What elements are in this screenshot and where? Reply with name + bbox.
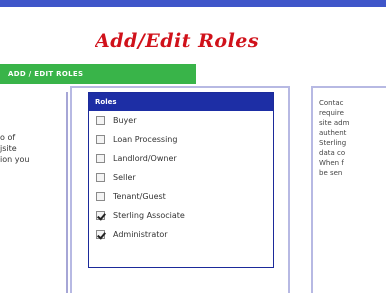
role-item-sterling-associate[interactable]: Sterling Associate <box>89 206 273 225</box>
left-text-line: jsite <box>0 144 17 153</box>
right-text-line: be sen <box>319 169 343 177</box>
checkbox[interactable] <box>96 173 105 182</box>
role-item-buyer[interactable]: Buyer <box>89 111 273 130</box>
left-text-line: o of <box>0 133 16 142</box>
role-label: Administrator <box>113 230 168 239</box>
left-text-line: ion you <box>0 155 30 164</box>
role-label: Seller <box>113 173 136 182</box>
action-bar[interactable]: ADD / EDIT ROLES <box>0 64 196 84</box>
roles-header: Roles <box>89 93 273 111</box>
role-item-landlord-owner[interactable]: Landlord/Owner <box>89 149 273 168</box>
role-item-administrator[interactable]: Administrator <box>89 225 273 244</box>
right-panel: Contac require site adm authent Sterling… <box>311 86 386 293</box>
checkbox[interactable] <box>96 116 105 125</box>
page-title: Add/Edit Roles <box>95 30 260 52</box>
right-text-line: authent <box>319 129 347 137</box>
role-label: Landlord/Owner <box>113 154 177 163</box>
left-panel: o of jsite ion you <box>0 92 68 293</box>
left-panel-text: o of jsite ion you <box>0 132 60 165</box>
checkbox[interactable] <box>96 230 105 239</box>
checkbox[interactable] <box>96 135 105 144</box>
checkbox[interactable] <box>96 211 105 220</box>
right-text-line: require <box>319 109 344 117</box>
right-text-line: Sterling <box>319 139 347 147</box>
roles-box: Roles Buyer Loan Processing Landlord/Own… <box>88 92 274 268</box>
checkbox[interactable] <box>96 154 105 163</box>
role-label: Buyer <box>113 116 137 125</box>
right-text-line: data co <box>319 149 346 157</box>
role-item-loan-processing[interactable]: Loan Processing <box>89 130 273 149</box>
role-label: Tenant/Guest <box>113 192 166 201</box>
top-bar <box>0 0 386 7</box>
right-text-line: When f <box>319 159 344 167</box>
right-panel-text: Contac require site adm authent Sterling… <box>319 98 386 178</box>
right-text-line: site adm <box>319 119 350 127</box>
role-label: Loan Processing <box>113 135 178 144</box>
role-label: Sterling Associate <box>113 211 185 220</box>
role-item-tenant-guest[interactable]: Tenant/Guest <box>89 187 273 206</box>
checkbox[interactable] <box>96 192 105 201</box>
right-text-line: Contac <box>319 99 344 107</box>
role-item-seller[interactable]: Seller <box>89 168 273 187</box>
